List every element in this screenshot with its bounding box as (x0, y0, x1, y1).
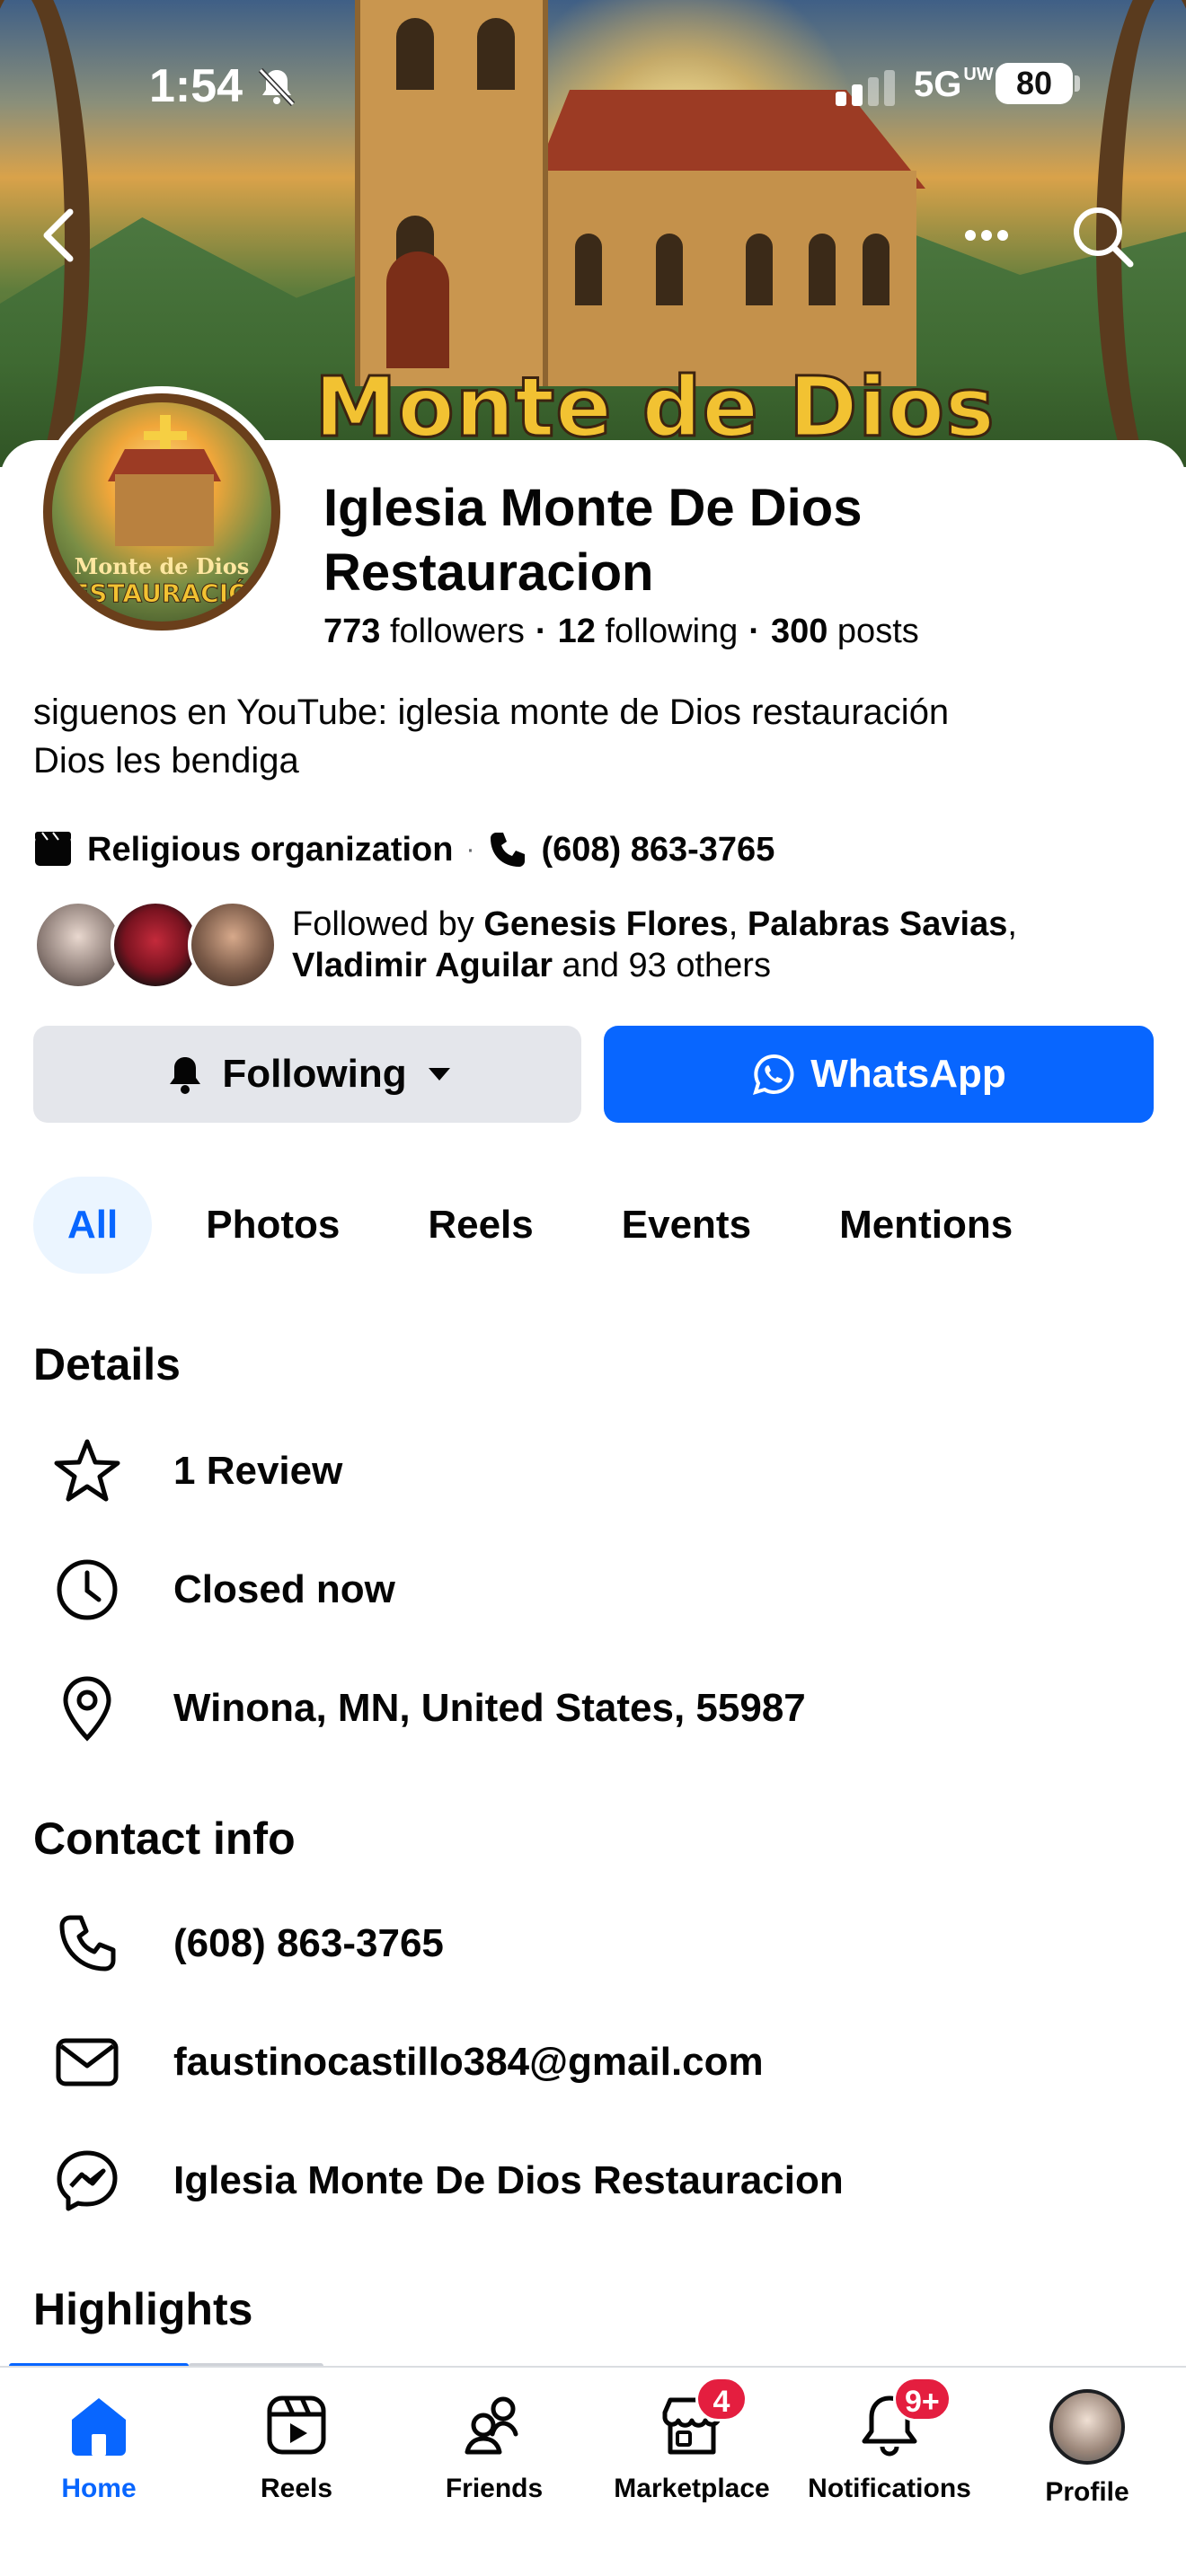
highlights-heading: Highlights (33, 2284, 253, 2334)
bio-line-1: siguenos en YouTube: iglesia monte de Di… (33, 693, 950, 732)
notifications-badge: 9+ (893, 2377, 951, 2422)
nav-home[interactable]: Home (0, 2389, 198, 2533)
bottom-navigation: Home Reels Friends 4 Marketplace 9+ Noti… (0, 2366, 1186, 2576)
tab-photos[interactable]: Photos (172, 1177, 374, 1274)
detail-location[interactable]: Winona, MN, United States, 55987 (33, 1663, 806, 1753)
email-icon (51, 2026, 123, 2098)
page-bio: siguenos en YouTube: iglesia monte de Di… (33, 688, 1147, 785)
avatar (188, 900, 278, 990)
following-stat[interactable]: 12 following (558, 613, 739, 650)
reels-icon (267, 2395, 326, 2455)
more-options-icon[interactable] (951, 199, 1022, 271)
messenger-icon (51, 2145, 123, 2217)
location-text: Winona, MN, United States, 55987 (173, 1686, 806, 1730)
whatsapp-icon (753, 1054, 794, 1095)
detail-hours[interactable]: Closed now (33, 1545, 395, 1635)
contact-phone-text: (608) 863-3765 (173, 1921, 444, 1965)
signal-icon (836, 70, 895, 106)
details-heading: Details (33, 1339, 181, 1389)
marketplace-icon-wrap: 4 (656, 2377, 748, 2461)
contact-email-text: faustinocastillo384@gmail.com (173, 2040, 764, 2084)
bio-line-2: Dios les bendiga (33, 741, 299, 781)
nav-profile[interactable]: Profile (988, 2389, 1186, 2533)
avatar (1049, 2389, 1125, 2465)
status-time: 1:54 (149, 60, 243, 112)
category-label: Religious organization (87, 830, 454, 869)
following-button[interactable]: Following (33, 1026, 581, 1123)
search-icon[interactable] (1066, 199, 1137, 271)
category-phone[interactable]: (608) 863-3765 (541, 831, 774, 869)
profile-tabs: All Photos Reels Events Mentions (33, 1177, 1067, 1274)
nav-notifications[interactable]: 9+ Notifications (791, 2377, 988, 2533)
phone-icon (491, 833, 526, 867)
followers-stat[interactable]: 773 followers (323, 613, 525, 650)
nav-friends-label: Friends (445, 2474, 544, 2503)
friends-icon (465, 2396, 518, 2455)
contact-messenger[interactable]: Iglesia Monte De Dios Restauracion (33, 2136, 844, 2226)
nav-notifications-label: Notifications (808, 2474, 971, 2503)
cover-church-nave (539, 171, 916, 386)
nav-home-label: Home (61, 2474, 137, 2503)
whatsapp-button-label: WhatsApp (810, 1052, 1006, 1096)
nav-reels-label: Reels (260, 2474, 333, 2503)
nav-friends[interactable]: Friends (395, 2389, 593, 2533)
network-type: 5G UW (914, 65, 994, 104)
posts-stat: 300 posts (770, 613, 919, 650)
page-title: Iglesia Monte De Dios Restauracion (323, 479, 863, 602)
whatsapp-button[interactable]: WhatsApp (604, 1026, 1154, 1123)
page-stats: 773 followers · 12 following · 300 posts (323, 613, 919, 650)
tab-reels[interactable]: Reels (394, 1177, 567, 1274)
contact-phone[interactable]: (608) 863-3765 (33, 1899, 444, 1989)
bell-muted-icon (258, 67, 296, 107)
followed-by-text: Followed by Genesis Flores, Palabras Sav… (292, 905, 1017, 984)
star-icon (51, 1435, 123, 1507)
avatar-text-line1: Monte de Dios (74, 553, 250, 579)
profile-picture[interactable]: Monte de Dios RESTAURACIÓN (36, 386, 288, 638)
detail-review[interactable]: 1 Review (33, 1426, 342, 1516)
mutual-followers[interactable]: Followed by Genesis Flores, Palabras Sav… (33, 898, 1101, 992)
chevron-down-icon (428, 1068, 450, 1081)
nav-marketplace-label: Marketplace (614, 2474, 770, 2503)
tab-events[interactable]: Events (588, 1177, 785, 1274)
clock-icon (51, 1554, 123, 1626)
contact-email[interactable]: faustinocastillo384@gmail.com (33, 2017, 764, 2107)
nav-profile-label: Profile (1045, 2477, 1129, 2507)
nav-marketplace[interactable]: 4 Marketplace (593, 2377, 791, 2533)
mutual-avatars (33, 900, 285, 990)
tab-all[interactable]: All (33, 1177, 153, 1274)
location-pin-icon (51, 1672, 123, 1744)
battery-tip (1075, 75, 1080, 92)
profile-picture-image: Monte de Dios RESTAURACIÓN (43, 393, 280, 631)
status-bar: 1:54 5G UW 80 (0, 54, 1186, 117)
nav-reels[interactable]: Reels (198, 2389, 395, 2533)
following-button-label: Following (222, 1052, 407, 1096)
notifications-icon-wrap: 9+ (854, 2377, 951, 2461)
home-icon (72, 2398, 126, 2456)
contact-heading: Contact info (33, 1813, 296, 1864)
review-text: 1 Review (173, 1449, 343, 1493)
battery-level: 80 (996, 63, 1073, 104)
contact-messenger-text: Iglesia Monte De Dios Restauracion (173, 2158, 844, 2202)
tab-mentions[interactable]: Mentions (805, 1177, 1047, 1274)
avatar (111, 900, 200, 990)
bell-icon (170, 1057, 201, 1094)
category-row: Religious organization · (608) 863-3765 (33, 828, 774, 871)
hours-text: Closed now (173, 1567, 395, 1611)
marketplace-badge: 4 (695, 2377, 748, 2422)
back-icon[interactable] (27, 199, 99, 271)
phone-icon (51, 1908, 123, 1980)
avatar (33, 900, 123, 990)
avatar-text-line2: RESTAURACIÓN (52, 578, 271, 609)
cover-church-door (386, 251, 449, 368)
category-icon (35, 832, 71, 866)
